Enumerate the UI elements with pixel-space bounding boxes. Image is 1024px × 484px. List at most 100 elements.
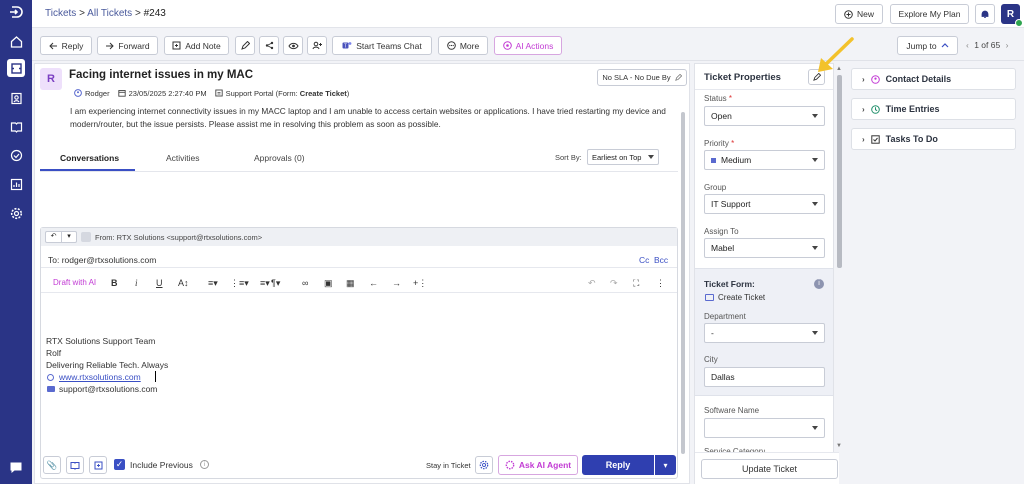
home-icon[interactable]	[7, 32, 25, 50]
send-options-button[interactable]: ▾	[655, 455, 676, 475]
to-line[interactable]: To: rodger@rtxsolutions.com	[48, 255, 156, 265]
forward-button[interactable]: Forward	[97, 36, 158, 55]
to-divider	[41, 267, 677, 268]
signature-website[interactable]: www.rtxsolutions.com	[59, 372, 141, 382]
paragraph-format-icon[interactable]: ¶▾	[271, 278, 280, 289]
signature-email: support@rtxsolutions.com	[59, 384, 158, 394]
tasks-to-do-accordion[interactable]: › Tasks To Do	[851, 128, 1016, 150]
watch-button[interactable]	[283, 36, 303, 55]
stay-settings-button[interactable]	[475, 456, 493, 474]
more-button[interactable]: More	[438, 36, 488, 55]
ticket-form-title: Ticket Form:	[704, 279, 755, 289]
canned-response-button[interactable]	[89, 456, 107, 474]
contacts-icon[interactable]	[7, 89, 25, 107]
main-scrollbar[interactable]	[681, 112, 685, 454]
fullscreen-icon[interactable]: ⛶	[633, 278, 639, 289]
font-size-icon[interactable]: A↕	[178, 278, 189, 288]
underline-icon[interactable]: U	[156, 278, 163, 288]
explore-plan-button[interactable]: Explore My Plan	[890, 4, 969, 24]
chevron-down-icon: ▾	[663, 460, 668, 470]
notifications-button[interactable]	[975, 4, 995, 24]
include-previous-checkbox[interactable]: ✓	[114, 459, 125, 470]
jump-to-button[interactable]: Jump to	[897, 36, 958, 55]
add-note-button[interactable]: Add Note	[164, 36, 229, 55]
add-contact-button[interactable]	[307, 36, 327, 55]
scroll-up-icon[interactable]: ▲	[836, 66, 842, 72]
tab-activities[interactable]: Activities	[166, 153, 200, 163]
priority-select[interactable]: Medium	[704, 150, 825, 170]
numbered-list-icon[interactable]: ≡▾	[208, 278, 218, 289]
indent-icon[interactable]: →	[392, 278, 401, 288]
edit-button[interactable]	[235, 36, 255, 55]
outdent-icon[interactable]: ←	[369, 278, 378, 288]
group-select[interactable]: IT Support	[704, 194, 825, 214]
sort-select[interactable]: Earliest on Top	[587, 149, 659, 165]
kb-insert-button[interactable]	[66, 456, 84, 474]
contact-details-accordion[interactable]: › Contact Details	[851, 68, 1016, 90]
time-entries-accordion[interactable]: › Time Entries	[851, 98, 1016, 120]
properties-scrollbar[interactable]	[837, 75, 842, 268]
bold-icon[interactable]: B	[111, 278, 118, 288]
send-reply-button[interactable]: Reply	[582, 455, 654, 475]
share-button[interactable]	[259, 36, 279, 55]
link-icon[interactable]: ∞	[302, 278, 308, 288]
teams-chat-button[interactable]: T Start Teams Chat	[332, 36, 432, 55]
requester-chip[interactable]: Rodger	[74, 89, 110, 98]
tab-conversations[interactable]: Conversations	[60, 153, 119, 163]
online-status-icon	[1015, 19, 1023, 27]
bullet-list-icon[interactable]: ⋮≡▾	[230, 278, 249, 289]
insert-icon[interactable]: +⋮	[413, 278, 427, 289]
tickets-icon[interactable]	[7, 59, 25, 77]
more-icon	[447, 41, 456, 50]
cc-link[interactable]: Cc	[639, 255, 649, 265]
next-page-icon[interactable]: ›	[1006, 40, 1009, 50]
settings-icon[interactable]	[7, 204, 25, 222]
scroll-down-icon[interactable]: ▼	[836, 443, 842, 449]
update-ticket-button[interactable]: Update Ticket	[701, 459, 838, 479]
reports-icon[interactable]	[7, 175, 25, 193]
calendar-icon	[117, 90, 126, 97]
breadcrumb-tickets[interactable]: Tickets	[45, 8, 76, 19]
logo-icon[interactable]	[7, 3, 25, 21]
ai-actions-button[interactable]: AI Actions	[494, 36, 562, 55]
globe-icon	[47, 374, 54, 381]
priority-color-icon	[711, 157, 716, 163]
tasks-icon[interactable]	[7, 146, 25, 164]
more-label: More	[459, 40, 480, 51]
paragraph-icon[interactable]: ≡▾	[260, 278, 270, 289]
ask-ai-agent-button[interactable]: Ask AI Agent	[498, 455, 578, 475]
assign-to-select[interactable]: Mabel	[704, 238, 825, 258]
chat-icon[interactable]	[7, 458, 25, 476]
sla-button[interactable]: No SLA - No Due By	[597, 69, 687, 86]
knowledge-icon[interactable]	[7, 117, 25, 135]
sort-value: Earliest on Top	[592, 152, 642, 162]
table-icon[interactable]: ▦	[346, 278, 355, 289]
city-input[interactable]: Dallas	[704, 367, 825, 387]
more-options-icon[interactable]: ⋮	[656, 278, 665, 289]
city-label: City	[704, 355, 718, 364]
update-ticket-label: Update Ticket	[741, 464, 798, 474]
department-select[interactable]: -	[704, 323, 825, 343]
bcc-link[interactable]: Bcc	[654, 255, 668, 265]
ticket-avatar-initial: R	[47, 73, 55, 85]
draft-with-ai-button[interactable]: Draft with AI	[53, 278, 96, 287]
undo-icon[interactable]: ↶	[588, 278, 596, 289]
ai-gear-icon	[505, 460, 515, 470]
status-select[interactable]: Open	[704, 106, 825, 126]
italic-icon[interactable]: i	[135, 278, 138, 288]
reply-type-toggle[interactable]: ↶ ▾	[45, 231, 77, 243]
clock-icon	[870, 104, 880, 114]
reply-button[interactable]: Reply	[40, 36, 92, 55]
pager-label: 1 of 65	[974, 40, 1001, 50]
tab-approvals[interactable]: Approvals (0)	[254, 153, 305, 163]
prev-page-icon[interactable]: ‹	[966, 40, 969, 50]
toolbar-divider	[41, 292, 677, 293]
redo-icon[interactable]: ↷	[610, 278, 618, 289]
attach-button[interactable]: 📎	[43, 456, 61, 474]
breadcrumb-all-tickets[interactable]: All Tickets	[87, 8, 132, 19]
status-value: Open	[711, 111, 732, 121]
new-button[interactable]: New	[835, 4, 883, 24]
assign-to-value: Mabel	[711, 243, 735, 253]
software-name-select[interactable]	[704, 418, 825, 438]
image-icon[interactable]: ▣	[324, 278, 333, 289]
